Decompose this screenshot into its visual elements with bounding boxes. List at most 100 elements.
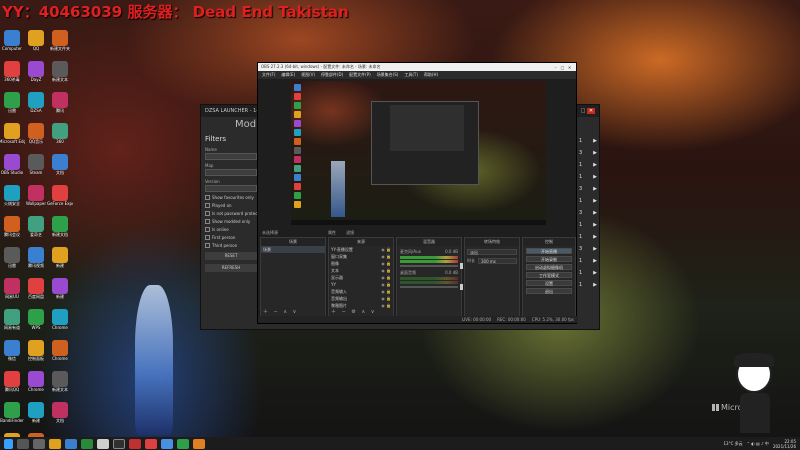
visibility-lock-icon[interactable]: ◉ 🔒 (381, 268, 391, 273)
desktop-icon[interactable]: 迅雷 (0, 247, 24, 278)
desktop-icon[interactable]: Microsoft Edge (0, 123, 25, 154)
desktop-icon[interactable]: WPS (24, 309, 48, 340)
filter-version-input[interactable] (205, 185, 257, 192)
obs-taskbar-icon[interactable] (113, 438, 125, 449)
server-row-play[interactable]: 1 ▶ (579, 279, 597, 291)
desktop-icon[interactable]: Wallpaper (24, 185, 48, 216)
server-row-play[interactable]: 1 ▶ (579, 255, 597, 267)
chrome-icon[interactable] (81, 438, 93, 449)
obs-menu-item[interactable]: 编辑(E) (281, 72, 295, 78)
fader-knob[interactable] (460, 263, 463, 269)
desktop-icon[interactable]: Computer (0, 30, 24, 61)
play-icon[interactable]: ▶ (593, 210, 597, 216)
checkbox[interactable] (205, 227, 210, 232)
desktop-icon[interactable]: 网易UU (0, 278, 24, 309)
obs-menu-item[interactable]: 配置文件(P) (349, 72, 371, 78)
play-icon[interactable]: ▶ (593, 198, 597, 204)
file-explorer-icon[interactable] (49, 438, 61, 449)
volume-fader[interactable] (400, 284, 463, 290)
checkbox[interactable] (205, 195, 210, 200)
app-taskbar-icon[interactable] (177, 438, 189, 449)
refresh-button[interactable]: REFRESH (205, 264, 257, 272)
desktop-icon[interactable]: 网易有道 (0, 309, 24, 340)
filter-checkbox-row[interactable]: Played on (205, 203, 255, 208)
clock[interactable]: 22:05 2021/11/26 (773, 439, 796, 449)
desktop-icon[interactable]: 新建文件夹 (48, 30, 72, 61)
visibility-lock-icon[interactable]: ◉ 🔒 (381, 303, 391, 308)
server-row-play[interactable]: 3 ▶ (579, 207, 597, 219)
desktop-icon[interactable]: 新建 (48, 278, 72, 309)
play-icon[interactable]: ▶ (593, 246, 597, 252)
close-icon[interactable]: ✕ (587, 108, 595, 114)
desktop-icon[interactable]: 新建文本 (48, 371, 72, 402)
filter-checkbox-row[interactable]: Show modded only (205, 219, 255, 224)
checkbox[interactable] (205, 203, 210, 208)
filter-checkbox-row[interactable]: Show favourites only (205, 195, 255, 200)
desktop-icon[interactable]: 腾讯视频 (24, 247, 48, 278)
maximize-icon[interactable]: □ (559, 65, 566, 70)
filter-checkbox-row[interactable]: Is online (205, 227, 255, 232)
desktop-icon[interactable]: GeForce Experience (47, 185, 73, 216)
source-item[interactable]: 图像 ◉ 🔒 (329, 260, 393, 267)
server-row-play[interactable]: 3 ▶ (579, 243, 597, 255)
server-row-play[interactable]: 1 ▶ (579, 267, 597, 279)
desktop-icon[interactable]: 迅雷 (0, 92, 24, 123)
desktop-icon[interactable]: 360 (48, 123, 72, 154)
scene-item[interactable]: 场景 (261, 246, 325, 253)
desktop-icon[interactable]: BandiFinder (0, 402, 24, 433)
control-button[interactable]: 开始直播 (526, 248, 572, 254)
desktop-icon[interactable]: 微信 (0, 340, 24, 371)
filter-name-input[interactable] (205, 153, 257, 160)
desktop-icon[interactable]: 新建 (24, 402, 48, 433)
obs-titlebar[interactable]: OBS 27.2.3 (64-bit, windows) - 配置文件: 未命名… (258, 63, 576, 71)
source-item[interactable]: YY-直播设置 ◉ 🔒 (329, 246, 393, 253)
desktop-icon[interactable]: Chrome (24, 371, 48, 402)
server-row-play[interactable]: 1 ▶ (579, 195, 597, 207)
desktop-icon[interactable]: 新建文本 (48, 61, 72, 92)
close-icon[interactable]: ✕ (566, 65, 573, 70)
visibility-lock-icon[interactable]: ◉ 🔒 (381, 261, 391, 266)
source-item[interactable]: YY ◉ 🔒 (329, 281, 393, 288)
visibility-lock-icon[interactable]: ◉ 🔒 (381, 289, 391, 294)
server-row-play[interactable]: 1 ▶ (579, 135, 597, 147)
maximize-icon[interactable]: □ (579, 108, 587, 114)
visibility-lock-icon[interactable]: ◉ 🔒 (381, 275, 391, 280)
obs-menu-item[interactable]: 场景集合(S) (377, 72, 399, 78)
play-icon[interactable]: ▶ (593, 234, 597, 240)
duration-input[interactable]: 300 ms (478, 258, 517, 264)
source-item[interactable]: 显示器 ◉ 🔒 (329, 274, 393, 281)
visibility-lock-icon[interactable]: ◉ 🔒 (381, 247, 391, 252)
filter-map-input[interactable] (205, 169, 257, 176)
play-icon[interactable]: ▶ (593, 270, 597, 276)
desktop-icon[interactable]: Steam (24, 154, 48, 185)
desktop-icon[interactable]: QQ (24, 30, 48, 61)
edge-icon[interactable] (65, 438, 77, 449)
desktop-icon[interactable]: 文档 (48, 402, 72, 433)
desktop-icon[interactable]: 控制面板 (24, 340, 48, 371)
desktop-icon[interactable]: QQ音乐 (24, 123, 48, 154)
play-icon[interactable]: ▶ (593, 282, 597, 288)
desktop-icon[interactable]: 新建 (48, 247, 72, 278)
desktop-icon[interactable]: Chrome (48, 309, 72, 340)
weather-temp[interactable]: 13°C 多云 (724, 441, 743, 447)
filter-checkbox-row[interactable]: Third person (205, 243, 255, 248)
control-button[interactable]: 开始录制 (526, 256, 572, 262)
desktop-icon[interactable]: 火绒安全 (0, 185, 24, 216)
checkbox[interactable] (205, 219, 210, 224)
desktop-icon[interactable]: 腾讯QQ (0, 371, 24, 402)
desktop-icon[interactable]: OBS Studio (0, 154, 24, 185)
source-item[interactable]: 音频输入 ◉ 🔒 (329, 288, 393, 295)
desktop-icon[interactable]: Chrome (48, 340, 72, 371)
server-row-play[interactable]: 1 ▶ (579, 159, 597, 171)
source-item[interactable]: 文本 ◉ 🔒 (329, 267, 393, 274)
source-item[interactable]: 窗口采集 ◉ 🔒 (329, 253, 393, 260)
server-row-play[interactable]: 3 ▶ (579, 147, 597, 159)
minimize-icon[interactable]: – (552, 65, 559, 70)
desktop-icon[interactable]: DayZ (24, 61, 48, 92)
play-icon[interactable]: ▶ (593, 150, 597, 156)
server-row-play[interactable]: 3 ▶ (579, 183, 597, 195)
search-icon[interactable] (17, 438, 29, 449)
desktop-icon[interactable]: DZSA (24, 92, 48, 123)
control-button[interactable]: 设置 (526, 280, 572, 286)
desktop-icon[interactable]: 腾讯 (48, 92, 72, 123)
